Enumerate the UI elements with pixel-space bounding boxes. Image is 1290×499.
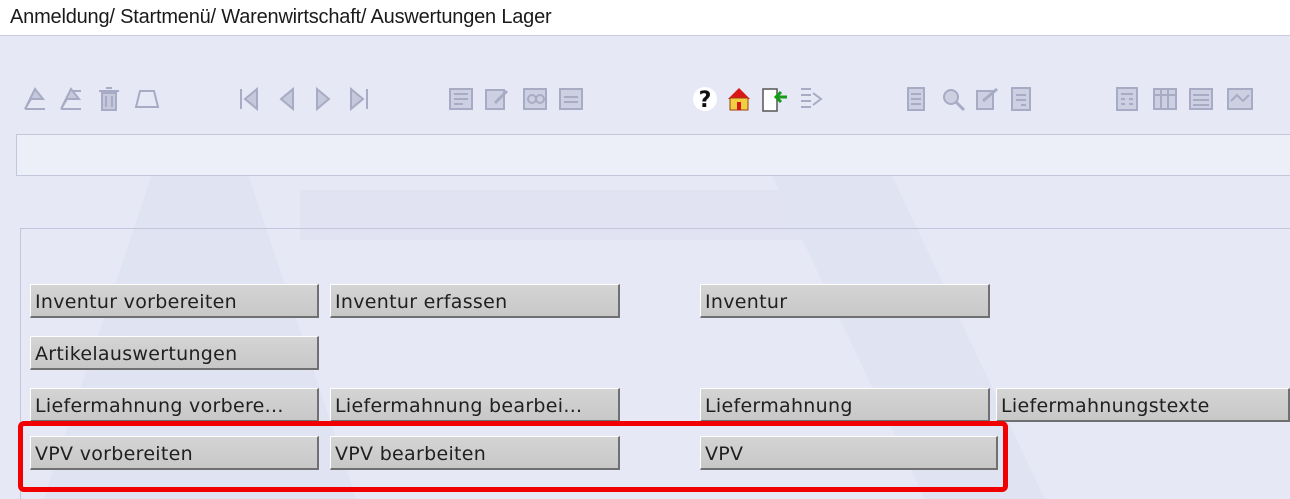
breadcrumb: Anmeldung/ Startmenü/ Warenwirtschaft/ A… — [10, 6, 552, 28]
previous-record-icon[interactable] — [270, 82, 304, 116]
artikelauswertungen-button[interactable]: Artikelauswertungen — [30, 336, 319, 370]
last-record-icon[interactable] — [342, 82, 376, 116]
vpv-bearbeiten-button[interactable]: VPV bearbeiten — [330, 436, 620, 470]
search-icon[interactable] — [518, 82, 552, 116]
notes-icon[interactable] — [1004, 82, 1038, 116]
report-icon[interactable] — [1222, 82, 1256, 116]
status-bar — [16, 134, 1290, 176]
vpv-vorbereiten-button[interactable]: VPV vorbereiten — [30, 436, 319, 470]
inventur-button[interactable]: Inventur — [700, 284, 990, 318]
edit-icon[interactable] — [480, 82, 514, 116]
liefermahnung-button[interactable]: Liefermahnung — [700, 388, 990, 422]
title-bar: Anmeldung/ Startmenü/ Warenwirtschaft/ A… — [0, 0, 1290, 36]
inventur-vorbereiten-button[interactable]: Inventur vorbereiten — [30, 284, 319, 318]
help-icon[interactable]: ? — [688, 82, 722, 116]
table-icon[interactable] — [1148, 82, 1182, 116]
export-icon[interactable] — [794, 82, 828, 116]
svg-text:?: ? — [699, 88, 712, 113]
check-icon[interactable] — [970, 82, 1004, 116]
liefermahnungstexte-button[interactable]: Liefermahnungstexte — [996, 388, 1290, 422]
list-icon[interactable] — [1184, 82, 1218, 116]
zoom-icon[interactable] — [936, 82, 970, 116]
liefermahnung-bearbeiten-button[interactable]: Liefermahnung bearbei... — [330, 388, 620, 422]
document-icon[interactable] — [900, 82, 934, 116]
calculator-icon[interactable] — [1110, 82, 1144, 116]
copy-record-icon[interactable] — [54, 82, 88, 116]
first-record-icon[interactable] — [232, 82, 266, 116]
home-icon[interactable] — [722, 82, 756, 116]
exit-icon[interactable] — [758, 82, 792, 116]
application-window: Anmeldung/ Startmenü/ Warenwirtschaft/ A… — [0, 0, 1290, 499]
clear-icon[interactable] — [130, 82, 164, 116]
select-icon[interactable] — [444, 82, 478, 116]
print-preview-icon[interactable] — [554, 82, 588, 116]
vpv-button[interactable]: VPV — [700, 436, 998, 470]
delete-record-icon[interactable] — [92, 82, 126, 116]
new-record-icon[interactable] — [18, 82, 52, 116]
liefermahnung-vorbereiten-button[interactable]: Liefermahnung vorbere... — [30, 388, 319, 422]
inventur-erfassen-button[interactable]: Inventur erfassen — [330, 284, 620, 318]
next-record-icon[interactable] — [306, 82, 340, 116]
